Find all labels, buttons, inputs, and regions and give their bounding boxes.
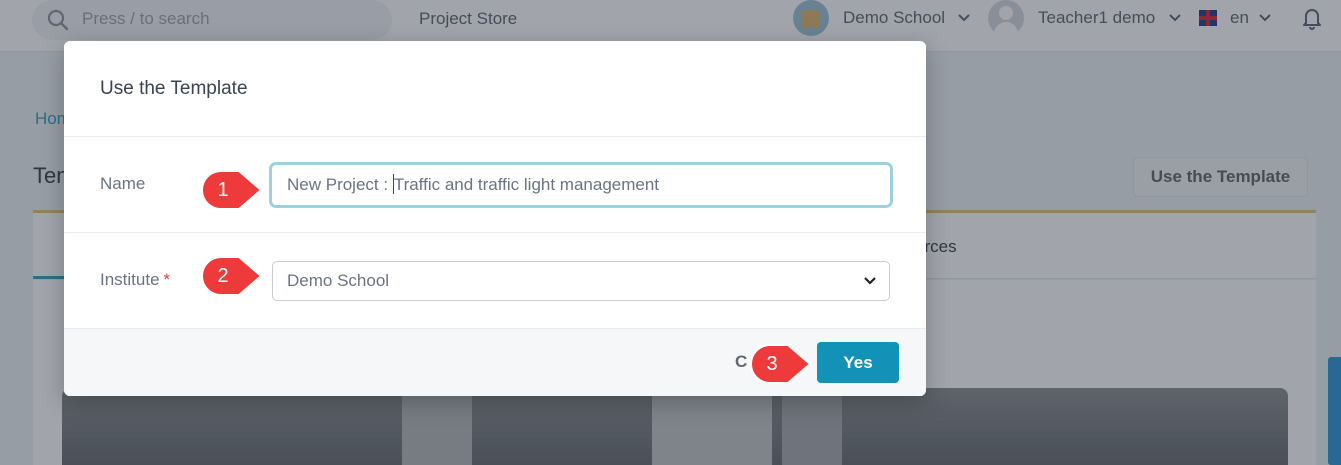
dialog-header: Use the Template (64, 41, 926, 137)
required-asterisk: * (163, 270, 171, 289)
chevron-down-icon (864, 277, 876, 285)
cancel-button[interactable]: C (735, 352, 747, 372)
project-name-input[interactable]: New Project : Traffic and traffic light … (269, 162, 893, 208)
name-value-rest: Traffic and traffic light management (393, 175, 660, 194)
step-number: 3 (766, 353, 778, 375)
row-divider (64, 232, 926, 233)
name-label: Name (100, 174, 146, 193)
institute-label: Institute * (100, 270, 171, 289)
name-value-prefix: New Project : (287, 175, 393, 194)
institute-selected-value: Demo School (287, 271, 390, 290)
step-marker-3: 3 (748, 342, 814, 386)
step-number: 2 (217, 265, 229, 287)
step-marker-2: 2 (199, 254, 265, 298)
institute-select[interactable]: Demo School (272, 261, 890, 301)
dialog-title: Use the Template (100, 78, 248, 99)
step-number: 1 (217, 179, 229, 201)
step-marker-1: 1 (199, 168, 265, 212)
yes-button[interactable]: Yes (817, 342, 899, 383)
